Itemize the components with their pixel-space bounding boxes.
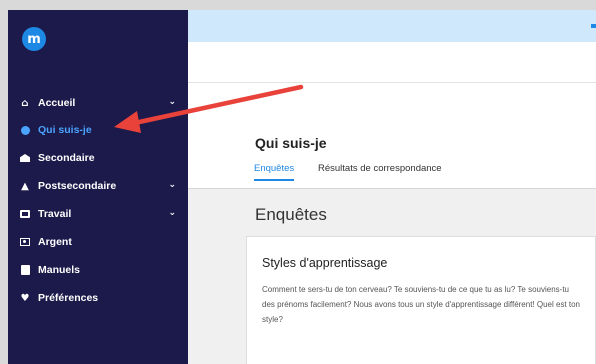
sidebar-item-label: Postsecondaire <box>38 180 117 192</box>
sidebar-item-argent[interactable]: Argent <box>18 232 182 252</box>
person-circle-icon <box>18 125 32 135</box>
sidebar-item-travail[interactable]: Travail ⌄ <box>18 204 182 224</box>
banner-indicator-icon <box>591 24 596 28</box>
chevron-down-icon: ⌄ <box>168 97 176 107</box>
sidebar-item-accueil[interactable]: ⌂ Accueil ⌄ <box>18 93 182 113</box>
sidebar-item-label: Accueil <box>38 97 76 109</box>
sidebar-item-label: Travail <box>38 208 72 220</box>
sidebar-item-qui-suis-je[interactable]: Qui suis-je <box>18 120 182 140</box>
top-banner <box>188 10 596 42</box>
sidebar-item-manuels[interactable]: Manuels <box>18 260 182 280</box>
sidebar: m ⌂ Accueil ⌄ Qui suis-je Secondaire ▲ P… <box>8 10 188 364</box>
header-area <box>188 42 596 83</box>
sidebar-item-label: Secondaire <box>38 152 95 164</box>
main-content: Enquêtes Styles d'apprentissage Comment … <box>188 189 596 364</box>
sidebar-item-label: Argent <box>38 236 72 248</box>
app-window: m ⌂ Accueil ⌄ Qui suis-je Secondaire ▲ P… <box>0 0 596 364</box>
home-icon: ⌂ <box>21 97 29 109</box>
sidebar-item-preferences[interactable]: ♥ Préférences <box>18 288 182 308</box>
graduation-cap-icon: ▲ <box>21 180 29 192</box>
sidebar-item-label: Qui suis-je <box>38 124 92 136</box>
logo-glyph: m <box>27 31 41 47</box>
card-description: Comment te sers-tu de ton cerveau? Te so… <box>262 285 581 324</box>
briefcase-icon <box>18 210 32 218</box>
money-icon <box>18 238 32 246</box>
section-title: Enquêtes <box>255 205 327 224</box>
app-logo[interactable]: m <box>22 27 46 51</box>
school-building-icon <box>18 154 32 162</box>
tab-resultats-de-correspondance[interactable]: Résultats de correspondance <box>318 163 442 174</box>
tab-enquetes[interactable]: Enquêtes <box>254 163 295 181</box>
card-title: Styles d'apprentissage <box>262 256 388 270</box>
book-icon <box>18 265 32 275</box>
chevron-down-icon: ⌄ <box>168 208 176 218</box>
heart-icon: ♥ <box>20 292 30 304</box>
sidebar-item-label: Manuels <box>38 264 81 276</box>
sidebar-item-secondaire[interactable]: Secondaire <box>18 148 182 168</box>
page-header: Qui suis-je Enquêtes Résultats de corres… <box>188 83 596 189</box>
sidebar-item-postsecondaire[interactable]: ▲ Postsecondaire ⌄ <box>18 176 182 196</box>
page-title: Qui suis-je <box>255 135 327 151</box>
sidebar-item-label: Préférences <box>38 292 99 304</box>
survey-card[interactable]: Styles d'apprentissage Comment te sers-t… <box>246 236 596 364</box>
chevron-down-icon: ⌄ <box>168 180 176 190</box>
